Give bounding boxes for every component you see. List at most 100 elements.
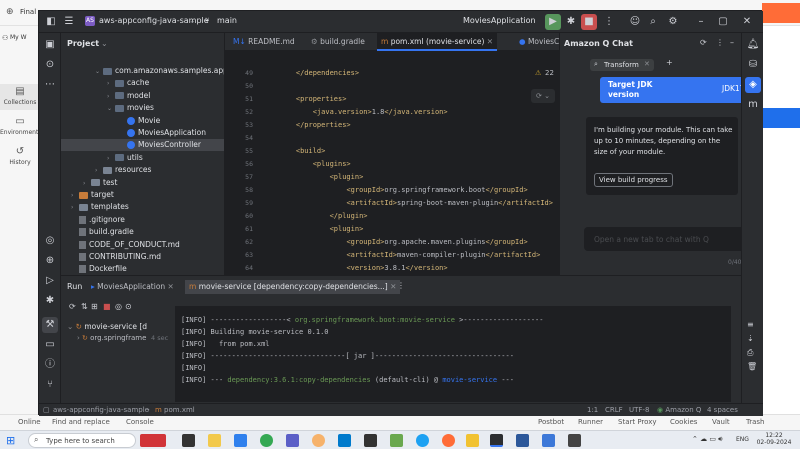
tree-item[interactable]: Movie (61, 115, 160, 127)
more-icon[interactable]: ⋮ (397, 281, 405, 290)
system-tray-icons[interactable]: ⌃ ☁ ▭ 🔊︎ (692, 435, 723, 444)
code-line[interactable]: <plugins> (279, 160, 351, 168)
tab-movies-controller[interactable]: ● MoviesC (515, 33, 563, 51)
maximize-icon[interactable]: ▢ (715, 14, 731, 30)
more-icon[interactable]: ⋮ (601, 14, 617, 30)
app-icon[interactable] (364, 434, 377, 447)
print-icon[interactable]: ⎙ (747, 348, 753, 358)
app-icon[interactable] (466, 434, 479, 447)
clock[interactable]: 12:22 02-09-2024 (756, 432, 792, 446)
tree-item[interactable]: CODE_OF_CONDUCT.md (61, 239, 180, 251)
find-replace-button[interactable]: Find and replace (52, 418, 110, 426)
word-icon[interactable] (516, 434, 529, 447)
pin-icon[interactable]: ⊙ (125, 302, 132, 311)
line-ending[interactable]: CRLF (605, 406, 623, 414)
project-panel-title[interactable]: Project (67, 39, 99, 48)
runner-button[interactable]: Runner (578, 418, 603, 426)
tree-item[interactable]: › model (61, 90, 150, 102)
code-line[interactable]: </plugin> (279, 212, 368, 220)
tree-item[interactable]: › templates (61, 201, 129, 213)
tree-item[interactable]: › test (61, 177, 117, 189)
code-line[interactable]: <build> (279, 147, 326, 155)
scroll-end-icon[interactable]: ⇣ (747, 334, 754, 343)
notifications-icon[interactable]: 🔔︎ (745, 37, 761, 53)
code-line[interactable]: <properties> (279, 95, 347, 103)
add-tab-icon[interactable]: + (666, 58, 673, 67)
tree-item[interactable]: ⌄ com.amazonaws.samples.app (61, 65, 224, 78)
chevron-down-icon[interactable]: ⌄ (95, 66, 103, 78)
tree-item[interactable]: Dockerfile (61, 263, 127, 275)
close-icon[interactable]: ✕ (644, 60, 650, 68)
postbot-button[interactable]: Postbot (538, 418, 564, 426)
run-tab-movie-service[interactable]: m movie-service [dependency:copy-depende… (185, 280, 401, 294)
chevron-right-icon[interactable]: › (107, 91, 115, 103)
vscode-icon[interactable] (338, 434, 351, 447)
sidebar-item-history[interactable]: ↺ History (0, 146, 40, 166)
code-area[interactable]: 49 </dependencies> 50 51 <properties> 52 <j… (225, 69, 559, 275)
settings-icon[interactable]: ◎ (115, 302, 122, 311)
tab-readme[interactable]: M↓ README.md (229, 33, 299, 51)
console-button[interactable]: Console (126, 418, 154, 426)
git-icon[interactable]: ⑂ (42, 377, 58, 393)
endpoints-icon[interactable]: ⊕ (42, 253, 58, 269)
filter-icon[interactable]: ⊞ (91, 302, 98, 311)
background-orange-button[interactable] (762, 3, 800, 23)
amazon-q-status[interactable]: ◉ Amazon Q (657, 406, 701, 414)
app-icon[interactable] (390, 434, 403, 447)
chevron-right-icon[interactable]: › (71, 190, 79, 202)
chevron-right-icon[interactable]: › (107, 153, 115, 165)
task-view-icon[interactable] (182, 434, 195, 447)
refresh-icon[interactable]: ⟳ (700, 38, 707, 47)
view-build-progress-button[interactable]: View build progress (594, 173, 673, 187)
maven-icon[interactable]: m (745, 97, 761, 113)
intellij-icon[interactable] (490, 434, 503, 447)
search-icon[interactable]: ⌕ (645, 14, 661, 30)
background-tab-title[interactable]: Final (20, 8, 36, 16)
tree-item[interactable]: MoviesController (61, 139, 224, 152)
tree-item[interactable]: ⌄ movies (61, 102, 154, 114)
code-line[interactable]: <artifactId>maven-compiler-plugin</artif… (279, 251, 540, 259)
chevron-right-icon[interactable]: › (83, 178, 91, 190)
news-widget-icon[interactable] (140, 434, 166, 447)
chrome-icon[interactable] (260, 434, 273, 447)
run-config-selector[interactable]: MoviesApplication (463, 16, 536, 25)
build-tool-icon[interactable]: ⚒ (42, 317, 58, 333)
chevron-down-icon[interactable]: ⌄ (107, 103, 115, 115)
q-chat-input[interactable]: Open a new tab to chat with Q ➤ (584, 227, 752, 251)
language-indicator[interactable]: ENG (736, 436, 749, 443)
wrap-icon[interactable]: ≡ (747, 320, 754, 329)
run-tool-icon[interactable]: ▷ (42, 273, 58, 289)
encoding[interactable]: UTF-8 (629, 406, 649, 414)
branch-switcher[interactable]: main (217, 16, 237, 25)
file-explorer-icon[interactable] (208, 434, 221, 447)
console-output[interactable]: [INFO] ------------------< org.springfra… (175, 306, 731, 402)
run-icon[interactable]: ▶ (545, 14, 561, 30)
tree-item[interactable]: MoviesApplication (61, 127, 206, 139)
edge-icon[interactable] (416, 434, 429, 447)
outlook-icon[interactable] (234, 434, 247, 447)
vault-button[interactable]: Vault (712, 418, 730, 426)
account-icon[interactable]: ☺ (627, 14, 643, 30)
run-tree-root[interactable]: ⌄ ↻ movie-service [d (67, 322, 147, 331)
database-icon[interactable]: ⛁ (745, 57, 761, 73)
code-line[interactable]: <groupId>org.apache.maven.plugins</group… (279, 238, 527, 246)
tree-item[interactable]: .gitignore (61, 214, 125, 226)
amazon-q-icon[interactable]: ◈ (745, 77, 761, 93)
background-blue-button[interactable] (762, 108, 800, 128)
rerun-icon[interactable]: ⟳ (69, 302, 76, 311)
minimize-icon[interactable]: – (730, 38, 734, 47)
cursor-position[interactable]: 1:1 (587, 406, 598, 414)
code-line[interactable]: <plugin> (279, 225, 364, 233)
windows-start-icon[interactable]: ⊞ (6, 434, 15, 447)
debug-icon[interactable]: ✱ (563, 14, 579, 30)
workspace-name[interactable]: My W (10, 34, 27, 41)
tree-item[interactable]: › resources (61, 164, 151, 176)
code-line[interactable]: <java.version>1.8</java.version> (279, 108, 448, 116)
chevron-right-icon[interactable]: › (107, 78, 115, 90)
debug-tool-icon[interactable]: ✱ (42, 293, 58, 309)
services-icon[interactable]: ◎ (42, 233, 58, 249)
sidebar-item-collections[interactable]: ▤ Collections (0, 84, 40, 110)
structure-icon[interactable]: ⋯ (42, 77, 58, 93)
cookies-button[interactable]: Cookies (670, 418, 697, 426)
sidebar-item-environments[interactable]: ▭ Environments (0, 116, 41, 136)
